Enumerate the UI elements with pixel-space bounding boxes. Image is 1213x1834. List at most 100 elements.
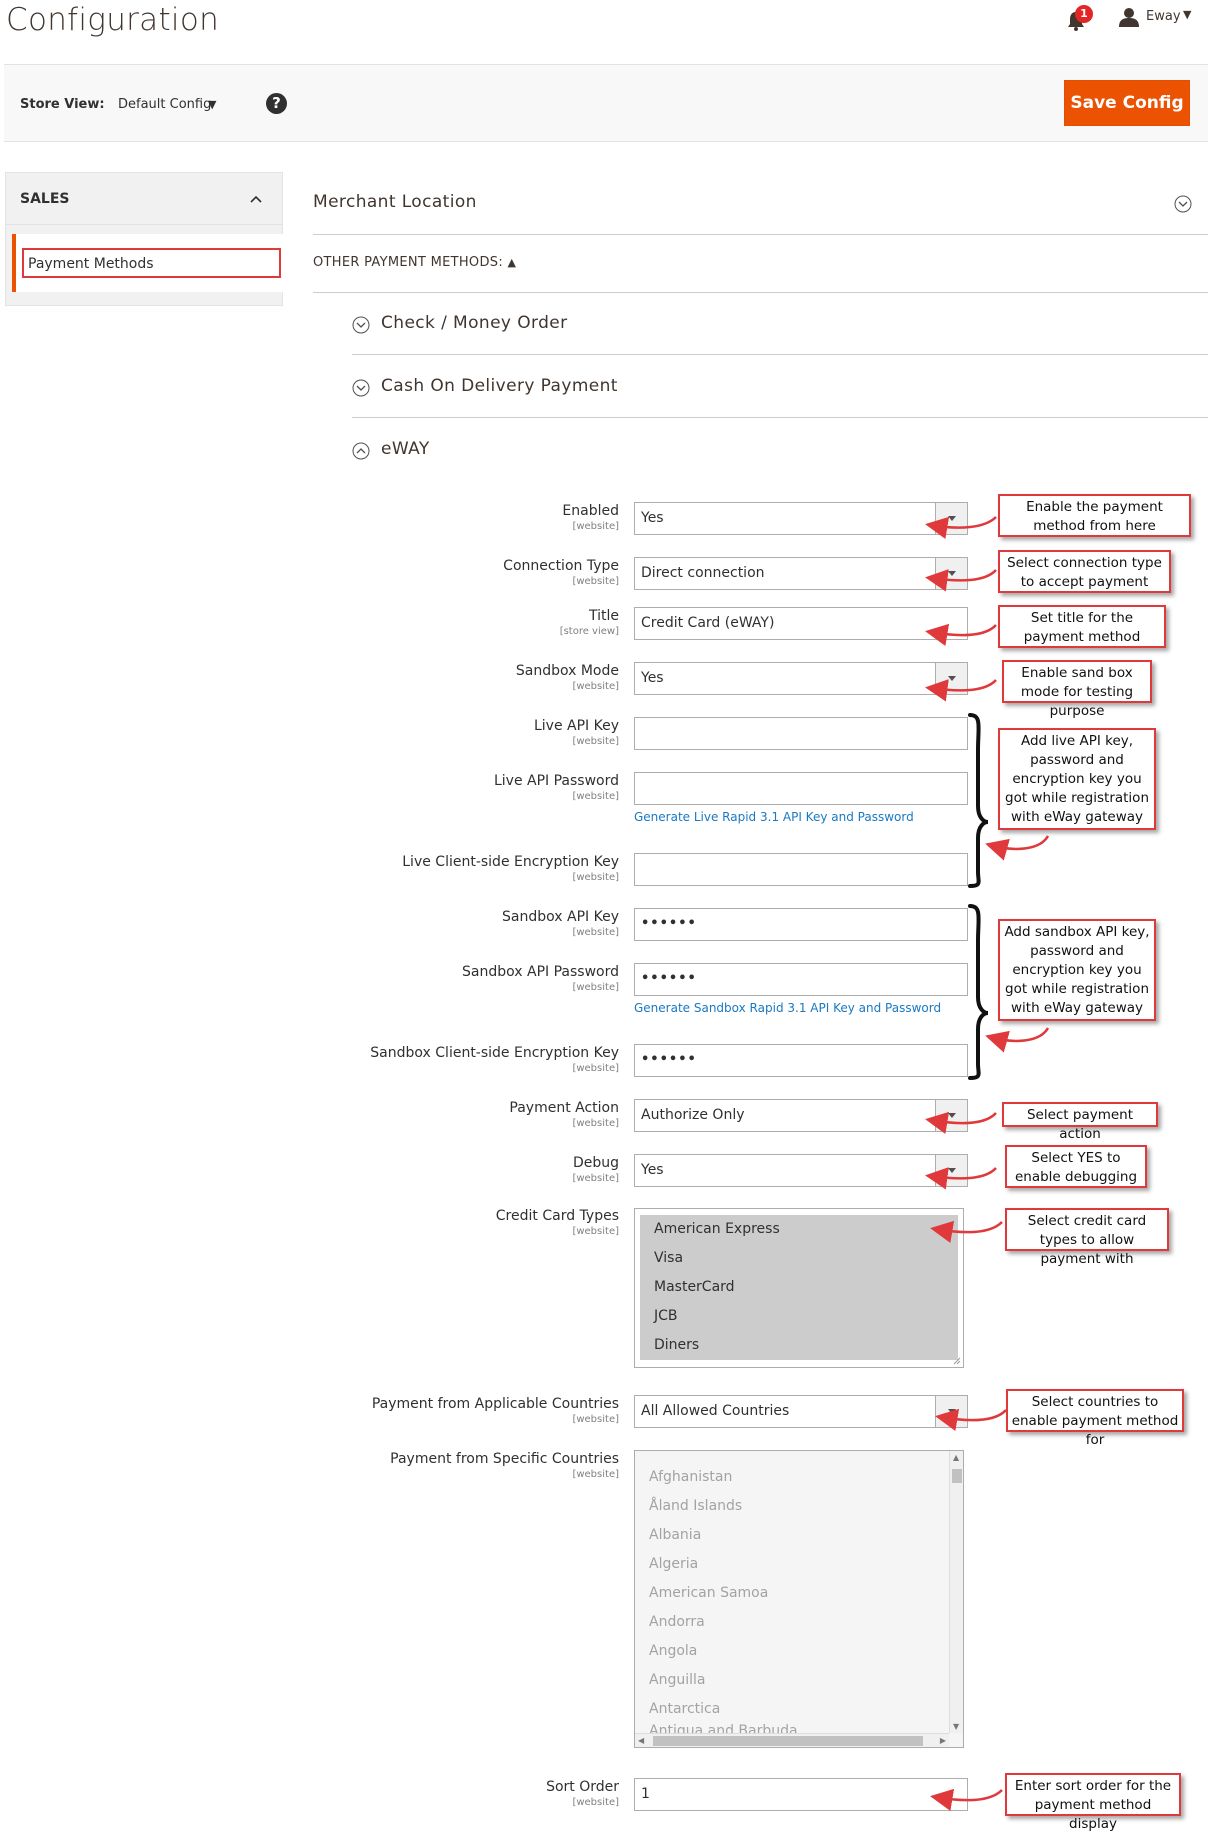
sandbox-mode-select[interactable]: Yes (634, 662, 968, 695)
country-option[interactable]: Antarctica (649, 1701, 720, 1717)
credit-card-types-selected-area: American Express Visa MasterCard JCB Din… (640, 1215, 958, 1360)
debug-select[interactable]: Yes (634, 1154, 968, 1187)
payment-action-value: Authorize Only (641, 1107, 745, 1123)
applicable-countries-value: All Allowed Countries (641, 1403, 790, 1419)
live-api-password-input[interactable] (634, 772, 968, 805)
notification-count-badge[interactable]: 1 (1075, 5, 1093, 23)
country-option[interactable]: Angola (649, 1643, 697, 1659)
generate-live-keys-link[interactable]: Generate Live Rapid 3.1 API Key and Pass… (634, 810, 914, 824)
enabled-select[interactable]: Yes (634, 502, 968, 535)
help-icon[interactable]: ? (266, 93, 287, 114)
resize-handle-icon[interactable] (953, 1357, 961, 1365)
section-divider (352, 417, 1208, 418)
sandbox-keys-brace (968, 904, 989, 1080)
credit-card-option[interactable]: MasterCard (654, 1279, 735, 1295)
annotation-applicable-countries: Select countries to enable payment metho… (1006, 1389, 1184, 1448)
scrollbar-thumb[interactable] (653, 1736, 923, 1746)
sandbox-encryption-key-input[interactable]: •••••• (634, 1044, 968, 1077)
sandbox-encryption-key-label: Sandbox Client-side Encryption Key (370, 1045, 619, 1061)
credit-card-option[interactable]: JCB (654, 1308, 678, 1324)
country-option[interactable]: Algeria (649, 1556, 698, 1572)
credit-card-option[interactable]: Visa (654, 1250, 683, 1266)
chevron-down-circle-icon[interactable] (1174, 195, 1192, 213)
sidebar-group-sales[interactable]: SALES (20, 191, 70, 207)
annotation-sandbox-keys: Add sandbox API key, password and encryp… (998, 919, 1156, 1021)
sandbox-mode-label: Sandbox Mode (515, 663, 619, 679)
country-option[interactable]: Antigua and Barbuda (649, 1723, 798, 1733)
user-icon[interactable] (1118, 6, 1140, 28)
country-option[interactable]: Åland Islands (649, 1498, 742, 1514)
live-encryption-key-input[interactable] (634, 853, 968, 886)
sandbox-mode-value: Yes (641, 670, 664, 686)
select-arrow-icon[interactable] (935, 663, 967, 694)
sandbox-api-password-input[interactable]: •••••• (634, 963, 968, 996)
title-scope: [store view] (559, 626, 619, 637)
horizontal-scrollbar[interactable]: ◀ ▶ (635, 1733, 949, 1747)
credit-card-option[interactable]: American Express (654, 1221, 780, 1237)
specific-countries-scope: [website] (572, 1469, 619, 1480)
scroll-down-icon[interactable]: ▼ (953, 1722, 959, 1731)
generate-sandbox-keys-link[interactable]: Generate Sandbox Rapid 3.1 API Key and P… (634, 1001, 941, 1015)
scroll-left-icon[interactable]: ◀ (638, 1736, 644, 1745)
store-view-label: Store View: (20, 97, 105, 112)
section-divider (313, 234, 1208, 235)
sandbox-api-key-input[interactable]: •••••• (634, 908, 968, 941)
page-title: Configuration (6, 2, 220, 38)
debug-value: Yes (641, 1162, 664, 1178)
select-arrow-icon[interactable] (935, 503, 967, 534)
caret-down-icon[interactable]: ▼ (208, 98, 216, 111)
applicable-countries-select[interactable]: All Allowed Countries (634, 1395, 968, 1428)
chevron-down-circle-icon[interactable] (352, 316, 370, 334)
section-merchant-location[interactable]: Merchant Location (313, 192, 477, 212)
scroll-up-icon[interactable]: ▲ (953, 1453, 959, 1462)
payment-action-select[interactable]: Authorize Only (634, 1099, 968, 1132)
user-name[interactable]: Eway (1146, 9, 1181, 24)
credit-card-option[interactable]: Diners (654, 1337, 699, 1353)
scrollbar-thumb[interactable] (952, 1469, 962, 1483)
chevron-up-icon[interactable] (250, 193, 262, 205)
chevron-up-circle-icon[interactable] (352, 442, 370, 460)
scroll-right-icon[interactable]: ▶ (940, 1736, 946, 1745)
country-option[interactable]: Albania (649, 1527, 701, 1543)
live-api-password-scope: [website] (572, 791, 619, 802)
caret-down-icon[interactable]: ▼ (1183, 8, 1191, 21)
select-arrow-icon[interactable] (935, 558, 967, 589)
sidebar-active-indicator (12, 234, 16, 292)
connection-type-value: Direct connection (641, 565, 765, 581)
vertical-scrollbar[interactable]: ▲ ▼ (949, 1451, 963, 1733)
select-arrow-icon[interactable] (935, 1100, 967, 1131)
credit-card-types-label: Credit Card Types (495, 1208, 619, 1224)
debug-label: Debug (572, 1155, 619, 1171)
section-check-money-order[interactable]: Check / Money Order (381, 313, 568, 333)
live-api-key-input[interactable] (634, 717, 968, 750)
live-api-password-label: Live API Password (493, 773, 619, 789)
store-view-switcher[interactable]: Default Config (118, 97, 211, 112)
annotation-live-keys: Add live API key, password and encryptio… (998, 728, 1156, 830)
other-payment-methods-label: OTHER PAYMENT METHODS: (313, 255, 504, 270)
section-cash-on-delivery[interactable]: Cash On Delivery Payment (381, 376, 618, 396)
connection-type-select[interactable]: Direct connection (634, 557, 968, 590)
title-input[interactable]: Credit Card (eWAY) (634, 607, 968, 640)
enabled-value: Yes (641, 510, 664, 526)
annotation-credit-card-types: Select credit card types to allow paymen… (1005, 1208, 1169, 1267)
country-option[interactable]: Afghanistan (649, 1469, 732, 1485)
annotation-enabled: Enable the payment method from here (998, 494, 1191, 537)
chevron-down-circle-icon[interactable] (352, 379, 370, 397)
applicable-countries-scope: [website] (572, 1414, 619, 1425)
sort-order-scope: [website] (572, 1797, 619, 1808)
country-option[interactable]: Andorra (649, 1614, 705, 1630)
save-config-button[interactable]: Save Config (1064, 80, 1190, 126)
sort-order-input[interactable]: 1 (634, 1778, 968, 1811)
sidebar-item-payment-methods[interactable]: Payment Methods (22, 248, 281, 278)
annotation-connection-type: Select connection type to accept payment (998, 550, 1171, 593)
country-option[interactable]: American Samoa (649, 1585, 768, 1601)
select-arrow-icon[interactable] (935, 1396, 967, 1427)
select-arrow-icon[interactable] (935, 1155, 967, 1186)
annotation-title: Set title for the payment method (998, 605, 1166, 648)
specific-countries-multiselect[interactable]: Afghanistan Åland Islands Albania Algeri… (634, 1450, 964, 1748)
section-eway[interactable]: eWAY (381, 439, 430, 459)
other-payment-methods-heading[interactable]: OTHER PAYMENT METHODS: ▲ (313, 255, 516, 270)
credit-card-types-multiselect[interactable]: American Express Visa MasterCard JCB Din… (634, 1208, 964, 1368)
payment-action-label: Payment Action (509, 1100, 619, 1116)
country-option[interactable]: Anguilla (649, 1672, 705, 1688)
